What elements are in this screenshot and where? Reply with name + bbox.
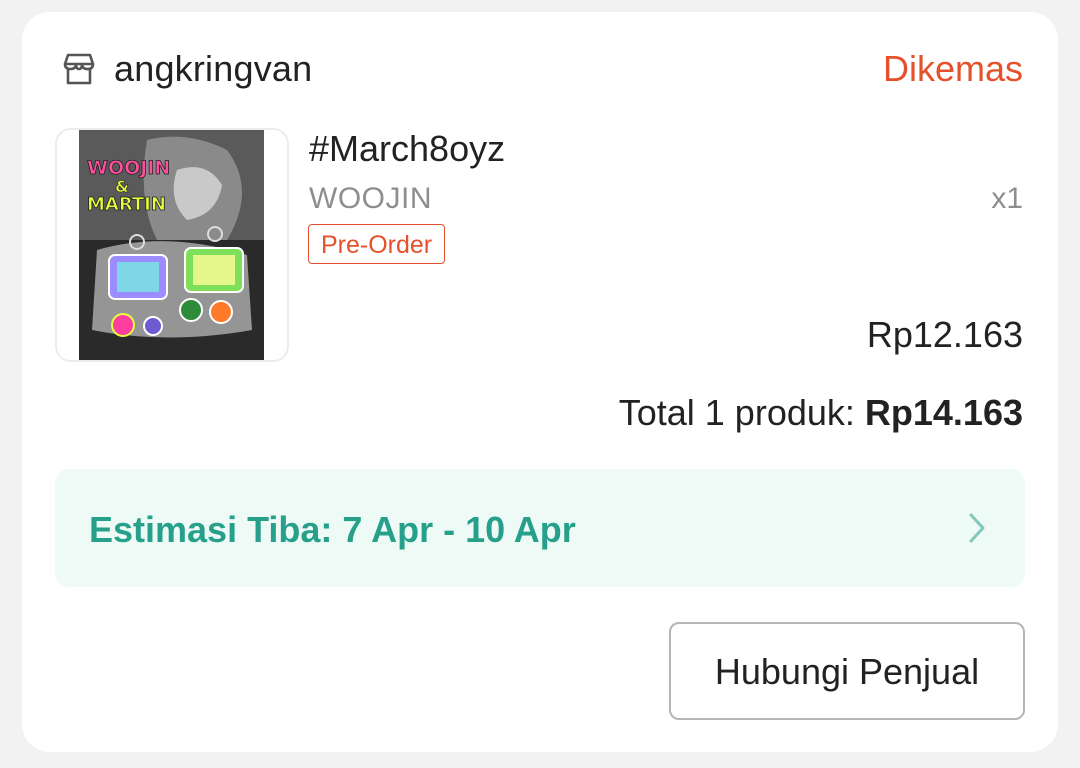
chevron-right-icon xyxy=(965,511,989,545)
product-variant: WOOJIN xyxy=(309,182,432,215)
product-quantity: x1 xyxy=(991,182,1023,215)
order-total: Total 1 produk: Rp14.163 xyxy=(619,392,1023,434)
order-status: Dikemas xyxy=(882,48,1023,89)
shop-name[interactable]: angkringvan xyxy=(114,48,312,90)
order-card[interactable]: angkringvan Dikemas WOOJIN & MARTIN #Mar… xyxy=(22,12,1058,752)
total-amount: Rp14.163 xyxy=(864,392,1023,433)
store-icon xyxy=(60,50,98,88)
image-title-line1: WOOJIN xyxy=(87,157,170,179)
product-price: Rp12.163 xyxy=(866,314,1023,355)
shop-header[interactable]: angkringvan xyxy=(60,48,312,90)
estimate-label: Estimasi Tiba: 7 Apr - 10 Apr xyxy=(89,509,576,550)
product-title[interactable]: #March8oyz xyxy=(309,128,505,170)
image-title-line2: MARTIN xyxy=(87,194,166,215)
pre-order-badge: Pre-Order xyxy=(308,224,446,264)
delivery-estimate[interactable]: Estimasi Tiba: 7 Apr - 10 Apr xyxy=(55,469,1025,587)
total-label: Total 1 produk: xyxy=(618,392,865,433)
contact-seller-button[interactable]: Hubungi Penjual xyxy=(669,622,1025,720)
product-image[interactable]: WOOJIN & MARTIN xyxy=(55,128,289,362)
